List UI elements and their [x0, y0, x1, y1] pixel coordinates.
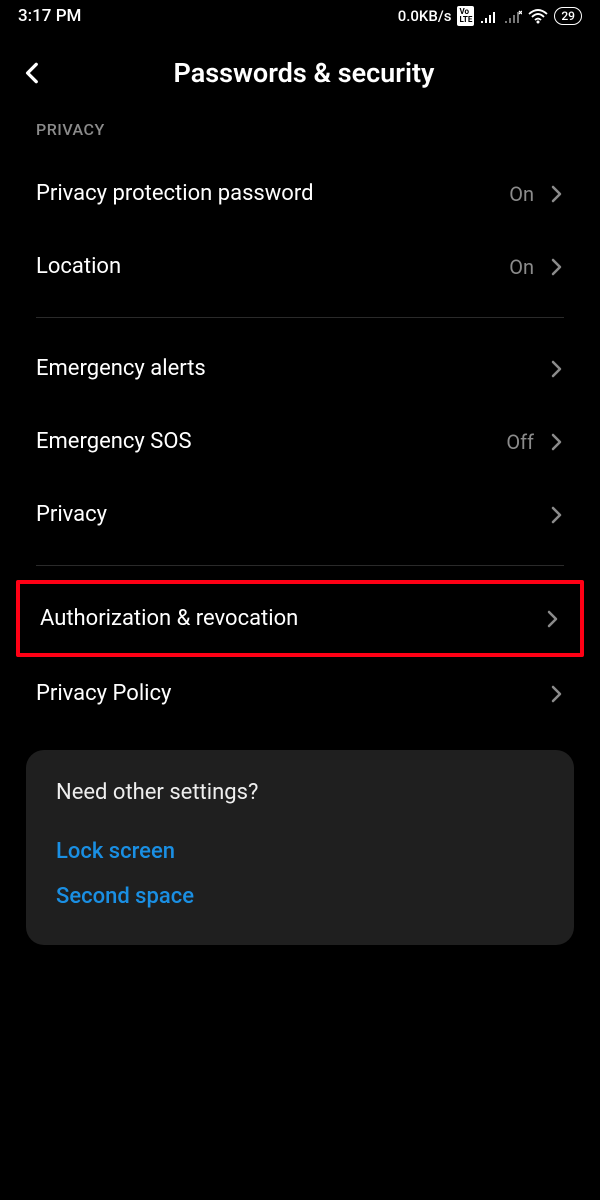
row-value: Off: [506, 430, 534, 454]
row-privacy[interactable]: Privacy: [0, 478, 600, 551]
row-value: On: [509, 255, 534, 279]
row-label: Location: [36, 254, 509, 279]
row-label: Emergency alerts: [36, 356, 550, 381]
chevron-right-icon: [546, 609, 560, 629]
back-button[interactable]: [14, 54, 56, 92]
row-label: Privacy: [36, 502, 550, 527]
chevron-right-icon: [550, 359, 564, 379]
row-location[interactable]: Location On: [0, 230, 600, 303]
other-settings-card: Need other settings? Lock screen Second …: [26, 750, 574, 945]
row-value: On: [509, 182, 534, 206]
battery-icon: 29: [554, 7, 582, 25]
row-privacy-protection-password[interactable]: Privacy protection password On: [0, 157, 600, 230]
wifi-icon: [528, 9, 548, 24]
row-privacy-policy[interactable]: Privacy Policy: [0, 657, 600, 730]
signal-icon: [480, 9, 498, 23]
page-title: Passwords & security: [56, 57, 552, 89]
row-authorization-revocation[interactable]: Authorization & revocation: [16, 580, 584, 657]
chevron-right-icon: [550, 257, 564, 277]
chevron-right-icon: [550, 432, 564, 452]
chevron-left-icon: [20, 60, 46, 86]
header: Passwords & security: [0, 30, 600, 120]
signal-secondary-icon: [504, 9, 522, 23]
row-label: Privacy Policy: [36, 681, 550, 706]
divider: [36, 565, 564, 566]
link-lock-screen[interactable]: Lock screen: [56, 829, 544, 874]
status-bar: 3:17 PM 0.0KB/s VoLTE 29: [0, 0, 600, 30]
status-net-speed: 0.0KB/s: [398, 7, 452, 25]
chevron-right-icon: [550, 505, 564, 525]
status-time: 3:17 PM: [18, 6, 81, 26]
chevron-right-icon: [550, 684, 564, 704]
row-emergency-sos[interactable]: Emergency SOS Off: [0, 405, 600, 478]
divider: [36, 317, 564, 318]
row-label: Emergency SOS: [36, 429, 506, 454]
link-second-space[interactable]: Second space: [56, 874, 544, 919]
row-label: Privacy protection password: [36, 181, 509, 206]
status-right: 0.0KB/s VoLTE 29: [398, 6, 582, 26]
volte-icon: VoLTE: [457, 6, 474, 26]
row-emergency-alerts[interactable]: Emergency alerts: [0, 332, 600, 405]
card-title: Need other settings?: [56, 780, 544, 805]
chevron-right-icon: [550, 184, 564, 204]
section-label-privacy: PRIVACY: [0, 120, 600, 157]
row-label: Authorization & revocation: [40, 606, 546, 631]
